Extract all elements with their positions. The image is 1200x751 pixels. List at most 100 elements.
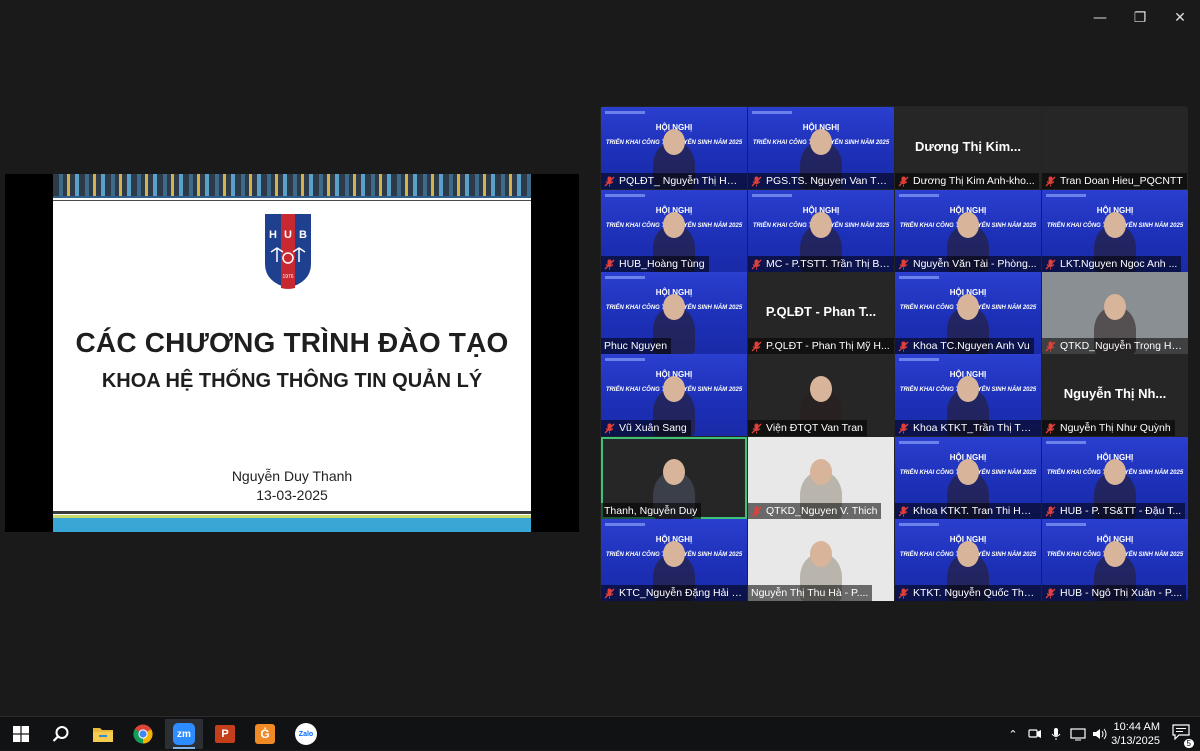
participant-tile[interactable]: QTKD_Nguyễn Trọng Hư... (1042, 272, 1188, 354)
minimize-button[interactable]: — (1080, 6, 1120, 30)
notifications-button[interactable]: 5 (1172, 724, 1194, 748)
participant-name-bar: Phuc Nguyen (601, 338, 672, 354)
notification-count-badge: 5 (1183, 739, 1194, 748)
zoom-app-button[interactable]: zm (165, 719, 203, 749)
presentation-slide: H U B 1976 CÁC CHƯƠNG TRÌNH ĐÀO TẠO KHOA… (53, 174, 531, 532)
banner-header-strip (899, 276, 939, 279)
participant-face (810, 212, 832, 238)
muted-mic-icon (1045, 588, 1056, 598)
taskbar-clock[interactable]: 10:44 AM 3/13/2025 (1111, 720, 1160, 748)
participant-tile[interactable]: HỘI NGHỊTRIỂN KHAI CÔNG TÁC TUYỂN SINH N… (895, 437, 1041, 519)
participant-name-bar: HUB - Ngô Thị Xuân - P.... (1042, 585, 1187, 601)
muted-mic-icon (604, 259, 615, 269)
volume-icon[interactable] (1092, 727, 1108, 741)
participant-name: Tran Doan Hieu_PQCNTT (1060, 175, 1183, 187)
participant-tile[interactable]: Viện ĐTQT Van Tran (748, 354, 894, 436)
participant-name-bar: Nguyễn Văn Tài - Phòng... (895, 256, 1041, 272)
muted-mic-icon (898, 176, 909, 186)
participant-tile[interactable]: HỘI NGHỊTRIỂN KHAI CÔNG TÁC TUYỂN SINH N… (601, 354, 747, 436)
participant-tile[interactable]: HỘI NGHỊTRIỂN KHAI CÔNG TÁC TUYỂN SINH N… (1042, 437, 1188, 519)
participant-name: Dương Thị Kim Anh-kho... (913, 175, 1035, 187)
participant-name-bar: MC - P.TSTT. Trần Thị Bí... (748, 256, 894, 272)
participant-tile[interactable]: Nguyễn Thị Nh... Nguyễn Thị Như Quỳnh (1042, 354, 1188, 436)
chrome-button[interactable] (124, 719, 162, 749)
participant-name: Nguyễn Văn Tài - Phòng... (913, 258, 1037, 270)
slide-footer-stripe (53, 518, 531, 532)
slide-date: 13-03-2025 (256, 487, 328, 503)
participant-name-bar: PGS.TS. Nguyen Van Thuy (748, 173, 894, 189)
participant-tile[interactable]: HỘI NGHỊTRIỂN KHAI CÔNG TÁC TUYỂN SINH N… (895, 354, 1041, 436)
shared-screen[interactable]: H U B 1976 CÁC CHƯƠNG TRÌNH ĐÀO TẠO KHOA… (5, 174, 579, 532)
participant-tile[interactable]: HỘI NGHỊTRIỂN KHAI CÔNG TÁC TUYỂN SINH N… (895, 519, 1041, 601)
muted-mic-icon (604, 176, 615, 186)
logo-letter-b: B (299, 229, 307, 241)
participant-name-bar: Dương Thị Kim Anh-kho... (895, 173, 1039, 189)
network-icon[interactable] (1070, 727, 1086, 741)
banner-header-strip (605, 523, 645, 526)
participant-name: KTC_Nguyễn Đặng Hải Y... (619, 587, 743, 599)
participant-face (957, 376, 979, 402)
microphone-icon[interactable] (1050, 727, 1062, 741)
zalo-button[interactable]: Zalo (287, 719, 325, 749)
slide-title: CÁC CHƯƠNG TRÌNH ĐÀO TẠO (75, 327, 509, 358)
pdf-editor-button[interactable]: Ġ (246, 719, 284, 749)
participant-tile[interactable]: HỘI NGHỊTRIỂN KHAI CÔNG TÁC TUYỂN SINH N… (748, 107, 894, 189)
close-button[interactable]: ✕ (1160, 6, 1200, 30)
folder-icon (93, 728, 113, 742)
participant-tile[interactable]: HỘI NGHỊTRIỂN KHAI CÔNG TÁC TUYỂN SINH N… (895, 190, 1041, 272)
participant-tile[interactable]: HỘI NGHỊTRIỂN KHAI CÔNG TÁC TUYỂN SINH N… (748, 190, 894, 272)
participant-name-bar: PQLĐT_ Nguyễn Thị Huỳ... (601, 173, 747, 189)
hub-logo: H U B 1976 (265, 214, 311, 289)
participant-face (663, 376, 685, 402)
slide-divider (53, 196, 531, 198)
banner-header-strip (899, 523, 939, 526)
participant-tile[interactable]: HỘI NGHỊTRIỂN KHAI CÔNG TÁC TUYỂN SINH N… (895, 272, 1041, 354)
muted-mic-icon (898, 588, 909, 598)
participant-tile[interactable]: QTKD_Nguyen V. Thich (748, 437, 894, 519)
muted-mic-icon (1045, 423, 1056, 433)
participant-name-bar: HUB - P. TS&TT - Đậu T... (1042, 503, 1186, 519)
participant-name: Khoa KTKT_Trần Thị Thu... (913, 422, 1037, 434)
banner-header-strip (605, 194, 645, 197)
participant-tile[interactable]: Dương Thị Kim... Dương Thị Kim Anh-kho... (895, 107, 1041, 189)
participant-display-name: Nguyễn Thị Nh... (1063, 386, 1167, 401)
file-explorer-button[interactable] (84, 719, 122, 749)
meet-now-icon[interactable] (1028, 727, 1042, 741)
participant-name-bar: Nguyễn Thị Như Quỳnh (1042, 420, 1175, 436)
participant-tile[interactable]: HỘI NGHỊTRIỂN KHAI CÔNG TÁC TUYỂN SINH N… (601, 107, 747, 189)
participant-tile[interactable]: Tran Doan Hieu_PQCNTT (1042, 107, 1188, 189)
participant-name-bar: P.QLĐT - Phan Thị Mỹ H... (748, 338, 894, 354)
zoom-icon: zm (173, 723, 195, 745)
participant-name: MC - P.TSTT. Trần Thị Bí... (766, 258, 890, 270)
participant-gallery: HỘI NGHỊTRIỂN KHAI CÔNG TÁC TUYỂN SINH N… (600, 106, 1188, 601)
participant-name-bar: LKT.Nguyen Ngoc Anh ... (1042, 256, 1182, 272)
participant-name: QTKD_Nguyen V. Thich (766, 505, 878, 517)
restore-button[interactable]: ❐ (1120, 6, 1160, 30)
participant-tile[interactable]: HỘI NGHỊTRIỂN KHAI CÔNG TÁC TUYỂN SINH N… (601, 519, 747, 601)
participant-tile[interactable]: P.QLĐT - Phan T... P.QLĐT - Phan Thị Mỹ H… (748, 272, 894, 354)
muted-mic-icon (604, 423, 615, 433)
participant-tile[interactable]: Thanh, Nguyễn Duy (601, 437, 747, 519)
participant-tile[interactable]: HỘI NGHỊTRIỂN KHAI CÔNG TÁC TUYỂN SINH N… (601, 272, 747, 354)
banner-header-strip (605, 276, 645, 279)
participant-tile[interactable]: HỘI NGHỊTRIỂN KHAI CÔNG TÁC TUYỂN SINH N… (1042, 190, 1188, 272)
muted-mic-icon (751, 259, 762, 269)
participant-tile[interactable]: HỘI NGHỊTRIỂN KHAI CÔNG TÁC TUYỂN SINH N… (601, 190, 747, 272)
participant-name: Vũ Xuân Sang (619, 422, 687, 434)
participant-tile[interactable]: Nguyễn Thị Thu Hà - P.... (748, 519, 894, 601)
participant-name-bar: Vũ Xuân Sang (601, 420, 691, 436)
participant-name: Phuc Nguyen (604, 340, 668, 352)
slide-icon-pattern-banner (53, 174, 531, 196)
start-button[interactable] (2, 719, 40, 749)
participant-face (810, 459, 832, 485)
show-hidden-icons-chevron-icon[interactable]: ⌃ (1004, 728, 1022, 741)
powerpoint-button[interactable]: P (206, 719, 244, 749)
participant-name: KTKT. Nguyễn Quốc Thắ... (913, 587, 1037, 599)
participant-name: P.QLĐT - Phan Thị Mỹ H... (766, 340, 890, 352)
participant-tile[interactable]: HỘI NGHỊTRIỂN KHAI CÔNG TÁC TUYỂN SINH N… (1042, 519, 1188, 601)
participant-display-name: P.QLĐT - Phan T... (765, 304, 877, 319)
search-button[interactable] (42, 719, 80, 749)
participant-name: LKT.Nguyen Ngoc Anh ... (1060, 258, 1178, 270)
muted-mic-icon (1045, 506, 1056, 516)
participant-name: HUB_Hoàng Tùng (619, 258, 705, 270)
